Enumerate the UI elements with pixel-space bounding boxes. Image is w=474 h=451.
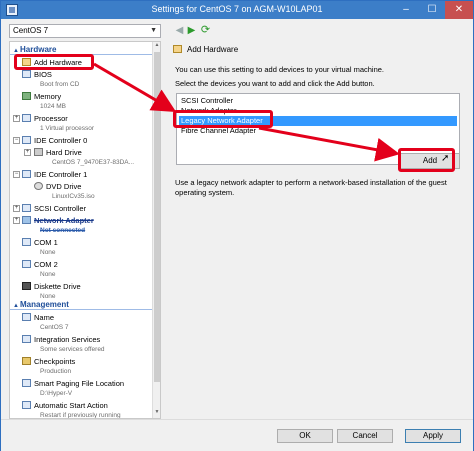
name-detail: CentOS 7 [40, 324, 69, 331]
diskette-icon [22, 282, 31, 291]
ide-controller-icon [22, 136, 31, 145]
bios-detail: Boot from CD [40, 81, 80, 88]
network-adapter-icon [22, 216, 31, 225]
name-icon [22, 313, 31, 322]
tree-item-hard-drive[interactable]: Hard Drive [34, 148, 82, 158]
expand-scsi-icon[interactable]: + [13, 205, 20, 212]
ide-controller-icon [22, 170, 31, 179]
tree-scrollbar[interactable]: ▲ ▼ [152, 42, 160, 418]
smart-paging-icon [22, 379, 31, 388]
add-hardware-icon [173, 44, 182, 53]
tree-item-processor[interactable]: Processor [22, 114, 68, 124]
vm-selector-value: CentOS 7 [13, 26, 49, 35]
memory-icon [22, 92, 31, 101]
com-port-icon [22, 238, 31, 247]
title-bar: Settings for CentOS 7 on AGM-W10LAP01 – … [1, 1, 473, 19]
tree-item-com2[interactable]: COM 2 [22, 260, 58, 270]
checkpoints-icon [22, 357, 31, 366]
management-section-header[interactable]: ▲Management [10, 300, 152, 310]
integration-services-icon [22, 335, 31, 344]
dvd-drive-detail: LinuxICv35.iso [52, 193, 95, 200]
automatic-start-detail: Restart if previously running [40, 412, 121, 419]
hard-drive-icon [34, 148, 43, 157]
device-item-scsi-controller[interactable]: SCSI Controller [179, 96, 457, 106]
checkpoints-detail: Production [40, 368, 72, 375]
dvd-drive-icon [34, 182, 43, 191]
tree-item-dvd-drive[interactable]: DVD Drive [34, 182, 81, 192]
add-hardware-panel: Add Hardware You can use this setting to… [168, 41, 467, 419]
memory-detail: 1024 MB [40, 103, 67, 110]
collapse-ide1-icon[interactable]: − [13, 171, 20, 178]
ok-button[interactable]: OK [277, 429, 333, 443]
expand-network-adapter-icon[interactable]: + [13, 217, 20, 224]
collapse-icon[interactable]: ▲ [12, 303, 20, 309]
highlight-add-button [398, 148, 455, 172]
vm-selector-dropdown[interactable]: CentOS 7 ▼ [9, 24, 161, 38]
smart-paging-detail: D:\Hyper-V [40, 390, 73, 397]
tree-item-com1[interactable]: COM 1 [22, 238, 58, 248]
bios-icon [22, 70, 31, 79]
settings-tree[interactable]: ▲Hardware Add Hardware BIOS Boot from CD… [9, 41, 161, 419]
tree-item-integration-services[interactable]: Integration Services [22, 335, 100, 345]
maximize-button[interactable]: ☐ [419, 1, 445, 19]
intro-text: You can use this setting to add devices … [175, 65, 385, 74]
hard-drive-detail: CentOS 7_9470E37-83DA... [52, 159, 135, 166]
tree-item-ide-controller-0[interactable]: IDE Controller 0 [22, 136, 87, 146]
instruction-text: Select the devices you want to add and c… [175, 79, 375, 88]
com2-detail: None [40, 271, 56, 278]
close-button[interactable]: ✕ [445, 1, 473, 19]
tree-item-name[interactable]: Name [22, 313, 54, 323]
tree-item-smart-paging[interactable]: Smart Paging File Location [22, 379, 124, 389]
panel-title: Add Hardware [173, 44, 238, 54]
device-description: Use a legacy network adapter to perform … [175, 178, 447, 197]
integration-services-detail: Some services offered [40, 346, 105, 353]
tree-item-automatic-start[interactable]: Automatic Start Action [22, 401, 108, 411]
com-port-icon [22, 260, 31, 269]
scroll-up-icon[interactable]: ▲ [153, 42, 160, 51]
processor-icon [22, 114, 31, 123]
highlight-add-hardware [14, 54, 94, 70]
tree-item-scsi-controller[interactable]: SCSI Controller [22, 204, 86, 214]
settings-window: Settings for CentOS 7 on AGM-W10LAP01 – … [0, 0, 474, 451]
tree-item-bios[interactable]: BIOS [22, 70, 52, 80]
dialog-button-bar: OK Cancel Apply [1, 419, 473, 451]
tree-item-network-adapter[interactable]: Network Adapter [22, 216, 94, 226]
scroll-thumb[interactable] [154, 52, 160, 382]
apply-button[interactable]: Apply [405, 429, 461, 443]
tree-item-memory[interactable]: Memory [22, 92, 61, 102]
scroll-down-icon[interactable]: ▼ [153, 409, 160, 418]
refresh-icon[interactable]: ⟳ [199, 24, 212, 37]
collapse-ide0-icon[interactable]: − [13, 137, 20, 144]
cancel-button[interactable]: Cancel [337, 429, 393, 443]
com1-detail: None [40, 249, 56, 256]
chevron-down-icon: ▼ [150, 27, 157, 34]
tree-item-diskette-drive[interactable]: Diskette Drive [22, 282, 81, 292]
tree-item-ide-controller-1[interactable]: IDE Controller 1 [22, 170, 87, 180]
forward-arrow-icon[interactable]: ▶ [185, 24, 198, 37]
automatic-start-icon [22, 401, 31, 410]
network-adapter-detail: Not connected [40, 227, 86, 234]
tree-item-checkpoints[interactable]: Checkpoints [22, 357, 75, 367]
highlight-legacy-network-adapter [173, 110, 273, 128]
top-toolbar: CentOS 7 ▼ ◀ ▶ ⟳ [1, 19, 473, 41]
scsi-controller-icon [22, 204, 31, 213]
expand-hard-drive-icon[interactable]: + [24, 149, 31, 156]
minimize-button[interactable]: – [393, 1, 419, 19]
expand-processor-icon[interactable]: + [13, 115, 20, 122]
processor-detail: 1 Virtual processor [40, 125, 95, 132]
